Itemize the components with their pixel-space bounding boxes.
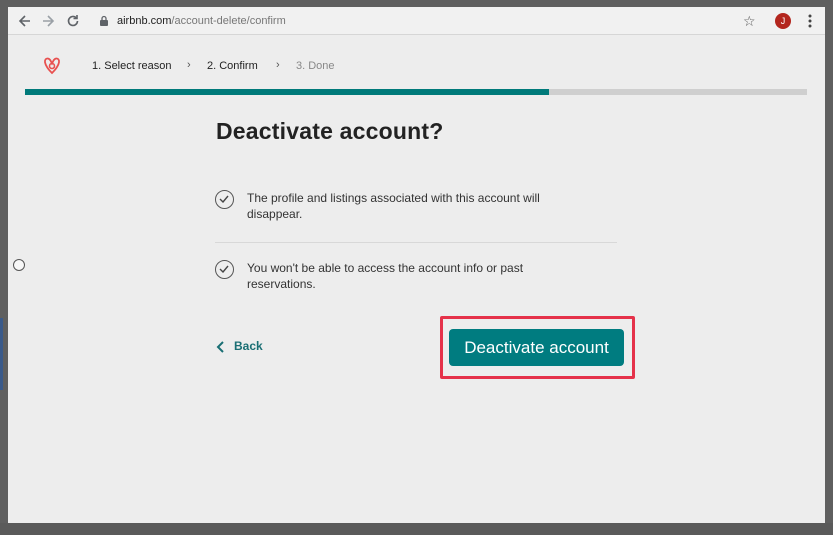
divider xyxy=(215,242,617,243)
consequence-text: You won't be able to access the account … xyxy=(247,260,607,292)
browser-window: airbnb.com/account-delete/confirm ☆ J 1.… xyxy=(8,7,825,523)
progress-fill xyxy=(25,89,549,95)
consequence-line: The profile and listings associated with… xyxy=(247,191,540,205)
step-confirm: 2. Confirm xyxy=(207,60,258,72)
step-done: 3. Done xyxy=(296,60,335,72)
back-label: Back xyxy=(234,339,263,353)
consequence-text: The profile and listings associated with… xyxy=(247,190,607,222)
page-title: Deactivate account? xyxy=(216,118,444,144)
reload-icon[interactable] xyxy=(64,12,82,30)
address-bar[interactable]: airbnb.com/account-delete/confirm xyxy=(90,10,790,32)
url-host: airbnb.com xyxy=(117,15,172,27)
desktop-strip xyxy=(0,523,833,535)
radio-button[interactable] xyxy=(13,259,25,271)
check-icon xyxy=(215,190,234,209)
browser-toolbar: airbnb.com/account-delete/confirm ☆ J xyxy=(8,7,825,35)
lock-icon xyxy=(100,15,108,26)
progress-bar xyxy=(25,89,807,95)
chevron-right-icon: › xyxy=(276,59,280,71)
url-text: airbnb.com/account-delete/confirm xyxy=(117,10,286,32)
url-path: /account-delete/confirm xyxy=(171,15,286,27)
chevron-left-icon xyxy=(216,341,224,353)
avatar[interactable]: J xyxy=(775,13,791,29)
kebab-menu-icon[interactable] xyxy=(804,12,816,30)
chevron-right-icon: › xyxy=(187,59,191,71)
deactivate-account-button[interactable]: Deactivate account xyxy=(449,329,624,366)
back-arrow-icon[interactable] xyxy=(16,12,34,30)
flow-header: 1. Select reason › 2. Confirm › 3. Done xyxy=(8,35,825,93)
consequence-line: disappear. xyxy=(247,207,303,221)
consequence-line: reservations. xyxy=(247,277,316,291)
check-icon xyxy=(215,260,234,279)
step-select-reason: 1. Select reason xyxy=(92,60,172,72)
star-icon[interactable]: ☆ xyxy=(743,12,756,30)
consequence-line: You won't be able to access the account … xyxy=(247,261,524,275)
forward-arrow-icon[interactable] xyxy=(39,12,57,30)
airbnb-logo-icon[interactable] xyxy=(39,52,65,78)
window-edge-handle xyxy=(0,318,3,390)
